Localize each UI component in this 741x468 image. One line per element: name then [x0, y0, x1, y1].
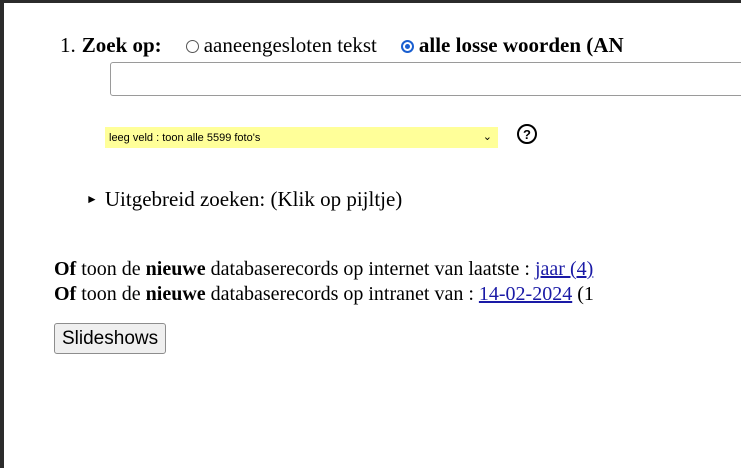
nieuwe-label: nieuwe: [145, 258, 206, 280]
text-segment: (1: [572, 283, 594, 305]
chevron-down-icon: ⌄: [482, 131, 492, 143]
advanced-search-toggle[interactable]: ► Uitgebreid zoeken: (Klik op pijltje): [86, 187, 402, 212]
photo-filter-selected-value: leeg veld : toon alle 5599 foto's: [109, 131, 261, 144]
help-icon[interactable]: ?: [517, 124, 537, 144]
text-segment: toon de: [76, 283, 146, 305]
search-input[interactable]: [110, 62, 741, 96]
new-records-intranet-line: Of toon de nieuwe databaserecords op int…: [54, 283, 594, 306]
slideshows-button[interactable]: Slideshows: [54, 323, 167, 354]
new-records-internet-line: Of toon de nieuwe databaserecords op int…: [54, 258, 593, 281]
radio-option-all-words[interactable]: alle losse woorden (AN: [400, 33, 624, 58]
window-border-left: [0, 0, 4, 468]
radio-all-words[interactable]: [400, 40, 414, 53]
date-link[interactable]: 14-02-2024: [479, 283, 572, 305]
text-segment: toon de: [76, 258, 146, 280]
window-border-top: [0, 0, 741, 3]
step-number: 1.: [60, 33, 76, 57]
text-segment: databaserecords op intranet van :: [205, 283, 479, 305]
radio-all-words-label: alle losse woorden (AN: [418, 33, 624, 57]
text-segment: databaserecords op internet van laatste …: [205, 258, 535, 280]
search-label: Zoek op:: [81, 33, 162, 57]
of-label: Of: [54, 258, 77, 280]
photo-filter-select[interactable]: leeg veld : toon alle 5599 foto's ⌄: [105, 127, 498, 148]
advanced-search-label: Uitgebreid zoeken: (Klik op pijltje): [104, 187, 403, 211]
radio-contiguous-text-label: aaneengesloten tekst: [203, 33, 377, 57]
of-label: Of: [54, 283, 77, 305]
radio-option-contiguous-text[interactable]: aaneengesloten tekst: [185, 33, 377, 58]
nieuwe-label: nieuwe: [145, 283, 206, 305]
year-link[interactable]: jaar (4): [535, 258, 593, 280]
triangle-right-icon[interactable]: ►: [86, 192, 98, 207]
radio-contiguous-text[interactable]: [185, 40, 199, 53]
search-mode-row: 1. Zoek op: aaneengesloten tekst alle lo…: [60, 33, 648, 58]
